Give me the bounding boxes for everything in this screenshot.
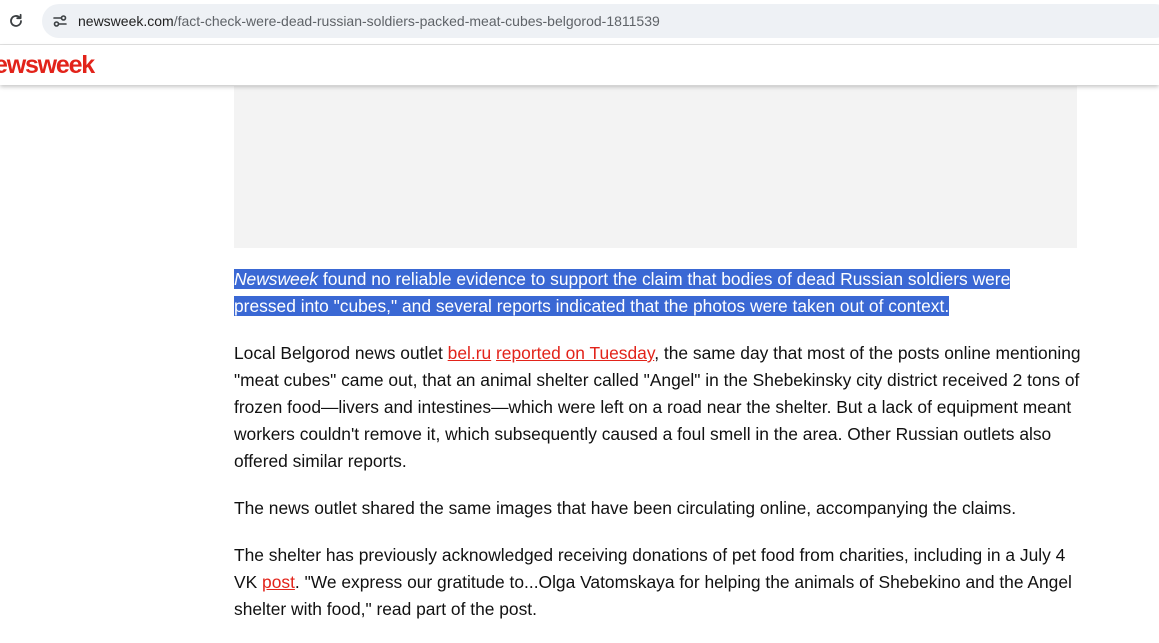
site-header: ewsweek <box>0 45 1159 85</box>
browser-toolbar: newsweek.com/fact-check-were-dead-russia… <box>0 0 1159 45</box>
site-settings-icon[interactable] <box>52 13 68 29</box>
publication-name: Newsweek <box>234 269 319 289</box>
url-text[interactable]: newsweek.com/fact-check-were-dead-russia… <box>78 13 660 29</box>
address-bar[interactable]: newsweek.com/fact-check-were-dead-russia… <box>42 4 1159 38</box>
paragraph-text: Local Belgorod news outlet <box>234 343 448 363</box>
selected-text: Newsweek found no reliable evidence to s… <box>234 269 1011 289</box>
summary-line-1: found no reliable evidence to support th… <box>318 269 1011 289</box>
article-body: Newsweek found no reliable evidence to s… <box>234 266 1084 643</box>
reported-on-tuesday-link[interactable]: reported on Tuesday <box>496 343 654 363</box>
article-paragraph-images: The news outlet shared the same images t… <box>234 498 1017 518</box>
reload-icon[interactable] <box>6 11 26 31</box>
newsweek-logo[interactable]: ewsweek <box>0 51 95 79</box>
url-host: newsweek.com <box>78 13 174 29</box>
selected-text-line-2: pressed into "cubes," and several report… <box>234 296 950 316</box>
article-paragraph-summary: Newsweek found no reliable evidence to s… <box>234 266 1084 320</box>
paragraph-text: . "We express our gratitude to...Olga Va… <box>234 572 1072 619</box>
url-path: /fact-check-were-dead-russian-soldiers-p… <box>173 13 660 29</box>
article-paragraph-belgorod: Local Belgorod news outlet bel.ru report… <box>234 340 1084 475</box>
bel-ru-link[interactable]: bel.ru <box>448 343 492 363</box>
ad-placeholder <box>234 86 1077 248</box>
article-paragraph-shelter: The shelter has previously acknowledged … <box>234 542 1084 623</box>
vk-post-link[interactable]: post <box>262 572 295 592</box>
